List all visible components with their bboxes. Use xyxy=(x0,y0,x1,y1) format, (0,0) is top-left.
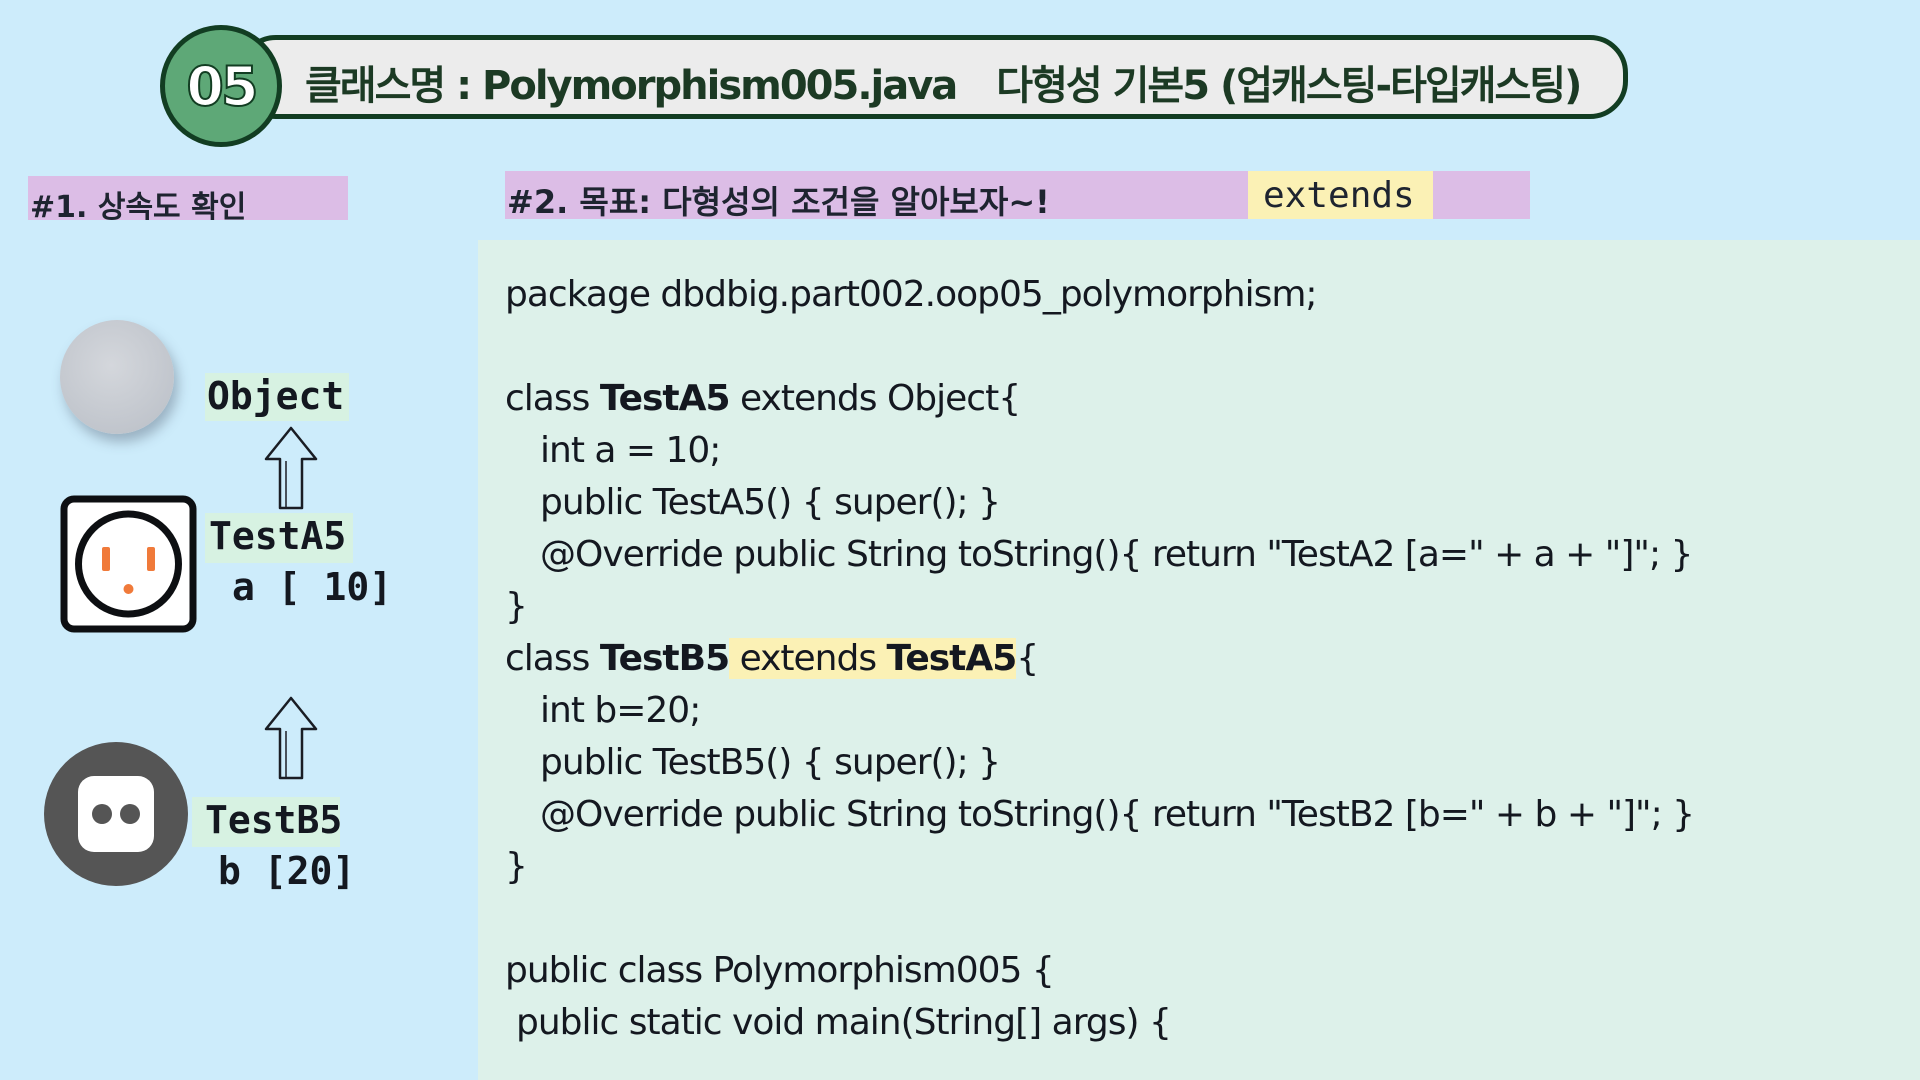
code-line-close-brace: } xyxy=(505,846,528,887)
code-line-class-testb5: class TestB5 extends TestA5{ xyxy=(505,638,1039,679)
code-line-field-b: int b=20; xyxy=(540,690,701,731)
outlet-icon xyxy=(60,495,197,633)
object-label: Object xyxy=(207,374,345,418)
code-line-tostring-a: @Override public String toString(){ retu… xyxy=(540,534,1693,575)
code-line-field-a: int a = 10; xyxy=(540,430,721,471)
up-arrow-icon xyxy=(264,426,318,510)
code-panel: package dbdbig.part002.oop05_polymorphis… xyxy=(478,240,1920,1080)
testa5-value: a [ 10] xyxy=(232,565,393,609)
extends-highlight: extends TestA5 xyxy=(729,638,1018,679)
code-line-package: package dbdbig.part002.oop05_polymorphis… xyxy=(505,274,1318,315)
lesson-subtitle: 다형성 기본5 (업캐스팅-타입캐스팅) xyxy=(996,63,1582,109)
code-line-main-class: public class Polymorphism005 { xyxy=(505,950,1055,991)
code-line-tostring-b: @Override public String toString(){ retu… xyxy=(540,794,1695,835)
testa5-label: TestA5 xyxy=(209,514,347,558)
code-line-constructor-a: public TestA5() { super(); } xyxy=(540,482,1001,523)
page-title: 클래스명 : Polymorphism005.java 다형성 기본5 (업캐스팅… xyxy=(305,53,1582,111)
lesson-number: 05 xyxy=(185,54,259,119)
extends-keyword-tag: extends xyxy=(1248,171,1433,219)
code-brace: { xyxy=(1016,638,1039,679)
code-class-name: TestA5 xyxy=(599,378,731,419)
code-extends: extends xyxy=(729,638,887,679)
code-line-main-method: public static void main(String[] args) { xyxy=(516,1002,1172,1043)
lesson-number-badge: 05 xyxy=(160,25,282,147)
plug-socket-icon xyxy=(44,742,188,886)
title-header: 클래스명 : Polymorphism005.java 다형성 기본5 (업캐스팅… xyxy=(160,25,1668,147)
code-keyword: class xyxy=(505,638,600,679)
code-line-close-brace: } xyxy=(505,586,528,627)
section-1-label: #1. 상속도 확인 xyxy=(28,176,348,225)
testb5-value: b [20] xyxy=(218,849,356,893)
code-extends: extends Object{ xyxy=(729,378,1021,419)
code-line-constructor-b: public TestB5() { super(); } xyxy=(540,742,1001,783)
code-line-class-testa5: class TestA5 extends Object{ xyxy=(505,378,1021,419)
code-class-name: TestB5 xyxy=(599,638,730,679)
object-class-icon xyxy=(60,320,174,434)
testb5-label: TestB5 xyxy=(205,798,343,842)
code-keyword: class xyxy=(505,378,600,419)
up-arrow-icon xyxy=(264,696,318,780)
code-parent-class: TestA5 xyxy=(886,638,1018,679)
class-name-label: 클래스명 : Polymorphism005.java xyxy=(305,63,958,109)
